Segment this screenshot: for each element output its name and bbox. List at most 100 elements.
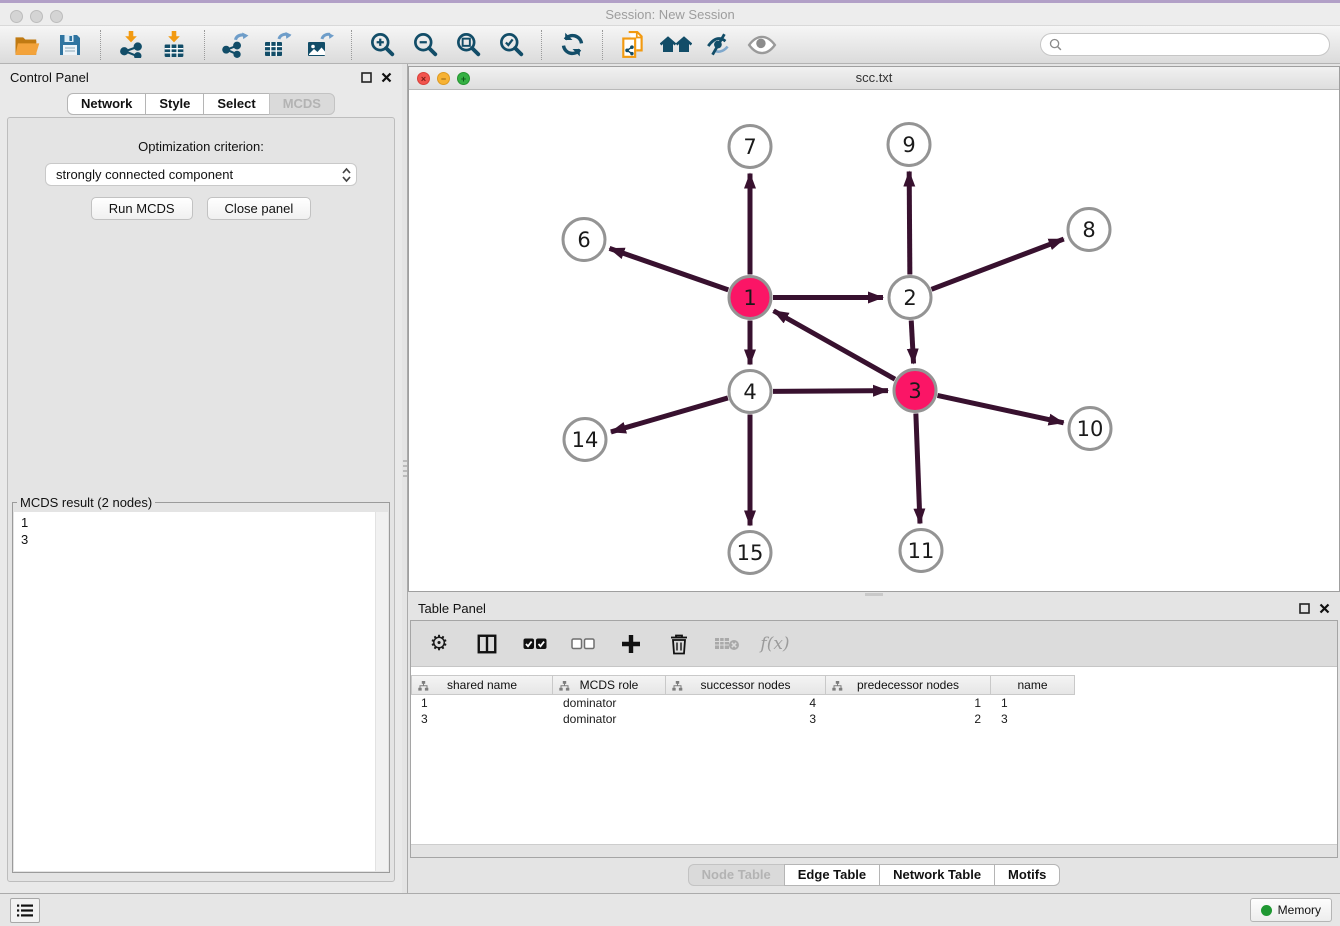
search-input[interactable] (1067, 38, 1321, 52)
zoom-selected-button[interactable] (494, 29, 528, 61)
edge-1-6[interactable] (609, 248, 728, 290)
mcds-result-area[interactable]: 1 3 (14, 512, 388, 871)
svg-text:2: 2 (903, 286, 916, 310)
import-network-button[interactable] (114, 29, 148, 61)
close-table-panel-icon[interactable] (1319, 603, 1330, 614)
graph-edges[interactable] (609, 171, 1063, 525)
column-header-successor-nodes[interactable]: successor nodes (666, 675, 826, 695)
task-history-button[interactable] (10, 898, 40, 923)
svg-text:14: 14 (572, 428, 599, 452)
edge-2-9[interactable] (909, 171, 910, 274)
function-builder-button[interactable]: f(x) (761, 630, 789, 658)
edge-4-14[interactable] (611, 398, 728, 432)
run-mcds-button[interactable]: Run MCDS (91, 197, 193, 220)
table-tab-node-table[interactable]: Node Table (688, 864, 785, 886)
cell-MCDS-role[interactable]: dominator (553, 711, 666, 727)
optimization-criterion-label: Optimization criterion: (8, 139, 394, 154)
open-session-button[interactable] (10, 29, 44, 61)
close-panel-button[interactable]: Close panel (207, 197, 312, 220)
criterion-select[interactable]: strongly connected component (45, 163, 357, 186)
cell-successor-nodes[interactable]: 4 (666, 695, 826, 711)
cell-name[interactable]: 3 (991, 711, 1075, 727)
toolbar-separator (100, 30, 101, 60)
column-header-shared-name[interactable]: shared name (411, 675, 553, 695)
cell-shared-name[interactable]: 3 (411, 711, 553, 727)
delete-table-button[interactable] (713, 630, 741, 658)
save-session-button[interactable] (53, 29, 87, 61)
cell-shared-name[interactable]: 1 (411, 695, 553, 711)
edge-4-3[interactable] (773, 391, 888, 392)
zoom-fit-button[interactable] (451, 29, 485, 61)
control-tab-mcds[interactable]: MCDS (269, 93, 335, 115)
new-network-from-selection-button[interactable] (616, 29, 650, 61)
column-header-MCDS-role[interactable]: MCDS role (553, 675, 666, 695)
node-11[interactable]: 11 (900, 530, 942, 572)
unselect-all-columns-button[interactable] (569, 630, 597, 658)
control-panel-tabs: NetworkStyleSelectMCDS (0, 93, 402, 115)
table-row-1[interactable]: 1dominator411 (411, 695, 1337, 711)
cell-predecessor-nodes[interactable]: 1 (826, 695, 991, 711)
hide-selected-button[interactable] (702, 29, 736, 61)
select-all-columns-button[interactable] (521, 630, 549, 658)
control-tab-select[interactable]: Select (203, 93, 269, 115)
node-7[interactable]: 7 (729, 126, 771, 168)
cell-successor-nodes[interactable]: 3 (666, 711, 826, 727)
edge-2-3[interactable] (911, 320, 913, 363)
show-all-button[interactable] (745, 29, 779, 61)
node-14[interactable]: 14 (564, 419, 606, 461)
table-tab-edge-table[interactable]: Edge Table (784, 864, 880, 886)
edge-3-11[interactable] (916, 413, 920, 523)
node-4[interactable]: 4 (729, 371, 771, 413)
edge-3-10[interactable] (937, 395, 1063, 422)
node-10[interactable]: 10 (1069, 408, 1111, 450)
node-6[interactable]: 6 (563, 219, 605, 261)
table-panel-box: ⚙ f(x) shared nameMCDS rolesuccessor nod… (410, 620, 1338, 858)
zoom-out-button[interactable] (408, 29, 442, 61)
memory-button[interactable]: Memory (1250, 898, 1332, 922)
refresh-button[interactable] (555, 29, 589, 61)
export-image-button[interactable] (304, 29, 338, 61)
control-panel-title: Control Panel (10, 70, 89, 85)
node-1[interactable]: 1 (729, 277, 771, 319)
node-2[interactable]: 2 (889, 277, 931, 319)
cell-name[interactable]: 1 (991, 695, 1075, 711)
float-panel-icon[interactable] (361, 72, 372, 83)
add-column-button[interactable] (617, 630, 645, 658)
svg-text:7: 7 (743, 135, 756, 159)
delete-column-button[interactable] (665, 630, 693, 658)
node-3[interactable]: 3 (894, 370, 936, 412)
import-table-button[interactable] (157, 29, 191, 61)
node-table: shared nameMCDS rolesuccessor nodesprede… (411, 675, 1337, 727)
combo-stepper-icon (341, 167, 352, 183)
mcds-result-fieldset: MCDS result (2 nodes) 1 3 (12, 495, 390, 873)
split-view-button[interactable] (473, 630, 501, 658)
control-tab-style[interactable]: Style (145, 93, 204, 115)
control-tab-network[interactable]: Network (67, 93, 146, 115)
table-tab-motifs[interactable]: Motifs (994, 864, 1060, 886)
delete-table-icon (714, 636, 740, 652)
float-table-panel-icon[interactable] (1299, 603, 1310, 614)
close-panel-icon[interactable] (381, 72, 392, 83)
export-table-button[interactable] (261, 29, 295, 61)
column-header-predecessor-nodes[interactable]: predecessor nodes (826, 675, 991, 695)
edge-3-1[interactable] (774, 311, 895, 379)
table-settings-button[interactable]: ⚙ (425, 630, 453, 658)
result-scrollbar[interactable] (375, 512, 388, 871)
table-toolbar: ⚙ f(x) (411, 621, 1337, 667)
first-neighbors-button[interactable] (659, 29, 693, 61)
column-header-name[interactable]: name (991, 675, 1075, 695)
svg-text:3: 3 (908, 379, 921, 403)
export-network-button[interactable] (218, 29, 252, 61)
edge-2-8[interactable] (932, 239, 1064, 289)
node-8[interactable]: 8 (1068, 209, 1110, 251)
table-row-2[interactable]: 3dominator323 (411, 711, 1337, 727)
node-15[interactable]: 15 (729, 532, 771, 574)
zoom-in-button[interactable] (365, 29, 399, 61)
cell-MCDS-role[interactable]: dominator (553, 695, 666, 711)
node-9[interactable]: 9 (888, 124, 930, 166)
zoom-out-icon (412, 31, 439, 58)
cell-predecessor-nodes[interactable]: 2 (826, 711, 991, 727)
network-canvas[interactable]: 7 9 6 8 1 2 4 3 14 10 15 11 (409, 90, 1339, 591)
table-tab-network-table[interactable]: Network Table (879, 864, 995, 886)
plus-icon (621, 634, 641, 654)
